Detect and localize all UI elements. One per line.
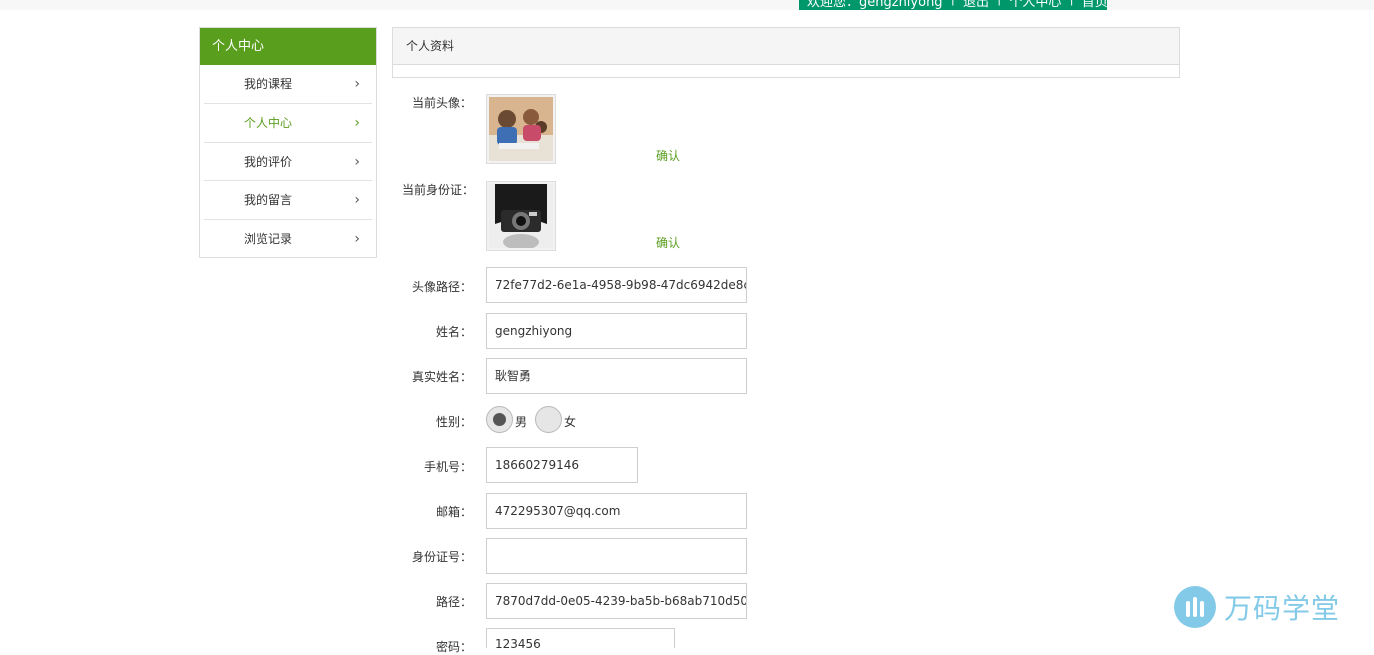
panel-divider: [392, 64, 1180, 78]
gender-male-radio[interactable]: [486, 406, 513, 433]
idcard-photo: [489, 182, 553, 250]
avatar-path-label: 头像路径：: [411, 280, 472, 294]
gender-label: 性别：: [435, 415, 472, 429]
username-input[interactable]: gengzhiyong: [486, 313, 747, 349]
email-label: 邮箱：: [435, 505, 472, 519]
user-nav-bar: 欢迎您：gengzhiyong | 退出 | 个人中心 | 首页: [799, 0, 1107, 10]
chevron-right-icon: ›: [354, 192, 360, 209]
watermark-logo-icon: [1174, 586, 1216, 628]
avatar-image: [486, 94, 556, 164]
sidebar-item-my-messages[interactable]: 我的留言 ›: [204, 181, 372, 221]
idcard-label: 当前身份证：: [401, 183, 474, 197]
password-input[interactable]: 123456: [486, 628, 675, 648]
gender-female-label: 女: [564, 415, 577, 429]
realname-label: 真实姓名：: [411, 370, 472, 384]
sidebar-item-personal-center[interactable]: 个人中心 ›: [204, 104, 372, 143]
username-label: 姓名：: [435, 325, 472, 339]
watermark: 万码学堂: [1174, 586, 1340, 628]
sidebar-item-history[interactable]: 浏览记录 ›: [204, 220, 372, 259]
phone-input[interactable]: 18660279146: [486, 447, 638, 483]
personal-center-link[interactable]: 个人中心: [1009, 0, 1061, 10]
chevron-right-icon: ›: [354, 76, 360, 92]
avatar-photo: [489, 97, 553, 161]
home-link[interactable]: 首页: [1082, 0, 1107, 10]
welcome-text: 欢迎您：gengzhiyong: [807, 0, 943, 10]
realname-input[interactable]: 耿智勇: [486, 358, 747, 394]
avatar-label: 当前头像：: [411, 96, 472, 110]
avatar-confirm-button[interactable]: 确认: [656, 147, 680, 164]
idcard-confirm-button[interactable]: 确认: [656, 234, 680, 251]
sidebar-item-label: 我的留言: [244, 193, 293, 208]
logout-link[interactable]: 退出: [963, 0, 989, 10]
password-label: 密码：: [435, 640, 472, 654]
sidebar: 个人中心 我的课程 › 个人中心 › 我的评价 › 我的留言 › 浏览记录 ›: [199, 27, 377, 258]
avatar-path-input[interactable]: 72fe77d2-6e1a-4958-9b98-47dc6942de8c.gi: [486, 267, 747, 303]
watermark-text: 万码学堂: [1224, 592, 1341, 625]
idnum-label: 身份证号：: [411, 550, 472, 564]
phone-label: 手机号：: [423, 460, 472, 474]
panel-title: 个人资料: [392, 27, 1180, 65]
sidebar-title: 个人中心: [200, 28, 376, 65]
sidebar-item-my-courses[interactable]: 我的课程 ›: [204, 65, 372, 104]
chevron-right-icon: ›: [354, 153, 360, 170]
top-bar: [0, 0, 1374, 10]
sidebar-item-my-reviews[interactable]: 我的评价 ›: [204, 143, 372, 182]
sidebar-item-label: 我的评价: [244, 154, 293, 169]
path-input[interactable]: 7870d7dd-0e05-4239-ba5b-b68ab710d50d.g: [486, 583, 747, 619]
chevron-right-icon: ›: [354, 231, 360, 248]
gender-male-label: 男: [515, 415, 528, 429]
chevron-right-icon: ›: [354, 114, 360, 131]
sidebar-item-label: 个人中心: [244, 115, 293, 130]
idcard-image: [486, 181, 556, 251]
email-input[interactable]: 472295307@qq.com: [486, 493, 747, 529]
sidebar-item-label: 我的课程: [244, 77, 293, 91]
gender-female-radio[interactable]: [535, 406, 562, 433]
idnum-input[interactable]: [486, 538, 747, 574]
sidebar-item-label: 浏览记录: [244, 232, 293, 247]
path-label: 路径：: [435, 595, 472, 609]
